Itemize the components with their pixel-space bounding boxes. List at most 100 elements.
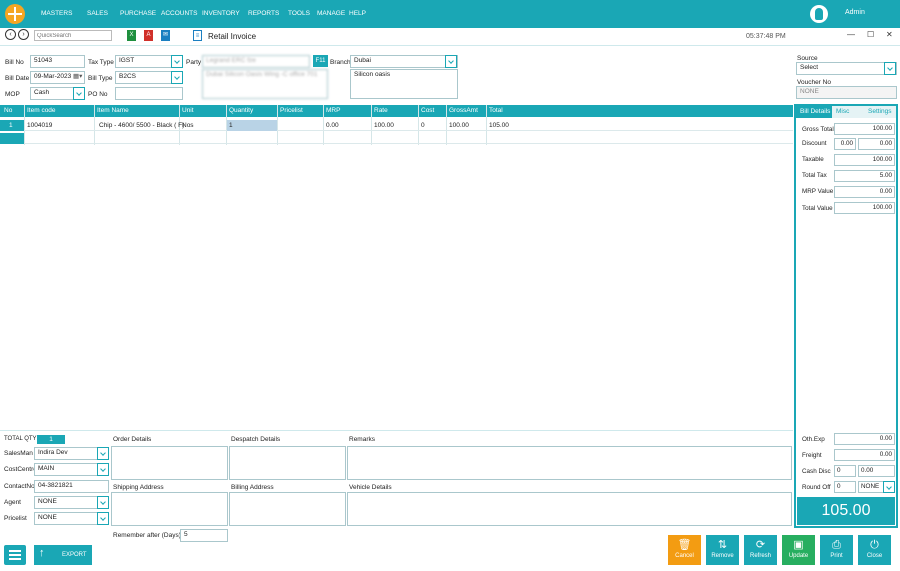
oth-exp-field[interactable]: 0.00 — [834, 433, 895, 445]
round-off-dropdown-icon[interactable] — [883, 481, 895, 493]
bill-no-field[interactable]: 51043 — [30, 55, 85, 68]
menu-accounts[interactable]: ACCOUNTS — [161, 10, 197, 17]
voucher-field[interactable]: NONE — [796, 86, 897, 99]
row-item-name[interactable]: Chip - 4600/ 5500 - Black ( F) — [99, 122, 184, 129]
salesman-dropdown-icon[interactable] — [97, 447, 109, 460]
tax-type-label: Tax Type — [88, 59, 114, 66]
remarks-field[interactable] — [347, 446, 792, 480]
row-rate[interactable]: 100.00 — [374, 122, 394, 129]
row-quantity[interactable]: 1 — [229, 122, 233, 129]
costcentre-dropdown-icon[interactable] — [97, 463, 109, 476]
contact-field[interactable]: 04-3821821 — [34, 480, 109, 493]
shipping-address-field[interactable] — [111, 492, 228, 526]
taxable-label: Taxable — [802, 156, 824, 163]
quick-search-input[interactable] — [34, 30, 112, 41]
discount-amount-field[interactable]: 0.00 — [858, 138, 895, 150]
menu-inventory[interactable]: INVENTORY — [202, 10, 240, 17]
maximize-icon[interactable]: ☐ — [867, 30, 874, 39]
billing-address-label: Billing Address — [231, 484, 274, 491]
menu-tools[interactable]: TOOLS — [288, 10, 310, 17]
cash-disc-amount-field[interactable]: 0.00 — [858, 465, 895, 477]
row-unit[interactable]: Nos — [182, 122, 194, 129]
source-dropdown-icon[interactable] — [884, 62, 896, 75]
menu-sales[interactable]: SALES — [87, 10, 108, 17]
po-no-label: PO No — [88, 91, 108, 98]
tab-settings[interactable]: Settings — [868, 108, 892, 115]
cancel-button[interactable]: 🗑 Cancel — [668, 535, 701, 565]
f11-button[interactable]: F11 — [313, 55, 328, 67]
calendar-icon[interactable]: ▦▾ — [73, 72, 82, 80]
update-button[interactable]: ▣ Update — [782, 535, 815, 565]
print-button[interactable]: ⎙ Print — [820, 535, 853, 565]
minimize-icon[interactable]: — — [847, 30, 855, 39]
menu-masters[interactable]: MASTERS — [41, 10, 72, 17]
app-logo-icon[interactable] — [5, 4, 25, 24]
remove-button[interactable]: ⇅ Remove — [706, 535, 739, 565]
page-title: Retail Invoice — [208, 32, 257, 41]
mrp-value: 0.00 — [834, 186, 895, 198]
source-select[interactable]: Select — [796, 62, 897, 75]
mop-dropdown-icon[interactable] — [73, 87, 85, 100]
freight-field[interactable]: 0.00 — [834, 449, 895, 461]
bill-type-label: Bill Type — [88, 75, 113, 82]
row-grossamt[interactable]: 100.00 — [449, 122, 469, 129]
branch-select[interactable]: Dubai — [350, 55, 458, 68]
pricelist-dropdown-icon[interactable] — [97, 512, 109, 525]
agent-dropdown-icon[interactable] — [97, 496, 109, 509]
refresh-button[interactable]: ⟳ Refresh — [744, 535, 777, 565]
costcentre-label: CostCentre — [4, 466, 37, 473]
despatch-details-field[interactable] — [229, 446, 346, 480]
refresh-icon: ⟳ — [755, 539, 766, 551]
row-total[interactable]: 105.00 — [489, 122, 509, 129]
discount-percent-field[interactable]: 0.00 — [834, 138, 856, 150]
menu-help[interactable]: HELP — [349, 10, 366, 17]
menu-manage[interactable]: MANAGE — [317, 10, 345, 17]
printer-icon: ⎙ — [832, 539, 841, 551]
billing-address-field[interactable] — [229, 492, 346, 526]
order-details-field[interactable] — [111, 446, 228, 480]
pdf-icon[interactable]: A — [144, 30, 153, 41]
table-row-empty[interactable] — [0, 132, 793, 144]
grand-total: 105.00 — [797, 497, 895, 525]
party-label: Party — [186, 59, 202, 66]
tab-misc[interactable]: Misc — [836, 108, 849, 115]
branch-dropdown-icon[interactable] — [445, 55, 457, 68]
oth-exp-label: Oth.Exp — [802, 436, 825, 443]
tax-type-dropdown-icon[interactable] — [171, 55, 183, 68]
row-mrp[interactable]: 0.00 — [326, 122, 339, 129]
remarks-label: Remarks — [349, 436, 376, 443]
menu-reports[interactable]: REPORTS — [248, 10, 279, 17]
source-label: Source — [797, 55, 818, 62]
round-off-label: Round Off — [802, 484, 831, 491]
tab-bill-details[interactable]: Bill Details — [800, 108, 830, 115]
party-address: Dubai Silicon Oasis Wing -C office 701 — [202, 69, 328, 99]
user-avatar-icon[interactable] — [810, 5, 828, 23]
close-button[interactable]: ⏻ Close — [858, 535, 891, 565]
col-item-name: Item Name — [97, 107, 129, 114]
back-arrow-icon[interactable]: ‹ — [5, 29, 16, 40]
row-cost[interactable]: 0 — [421, 122, 425, 129]
freight-label: Freight — [802, 452, 822, 459]
bill-type-dropdown-icon[interactable] — [171, 71, 183, 84]
party-field[interactable]: Legrand ERC fze — [202, 55, 310, 68]
excel-icon[interactable]: X — [127, 30, 136, 41]
cash-disc-percent-field[interactable]: 0 — [834, 465, 856, 477]
vehicle-details-field[interactable] — [347, 492, 792, 526]
export-button[interactable]: ↑ EXPORT — [34, 545, 92, 565]
user-name[interactable]: Admin — [845, 9, 865, 16]
round-off-field[interactable]: 0 — [834, 481, 856, 493]
menu-purchase[interactable]: PURCHASE — [120, 10, 156, 17]
mrp-value-label: MRP Value — [802, 188, 834, 195]
close-window-icon[interactable]: ✕ — [886, 30, 893, 39]
trash-icon: 🗑 — [677, 539, 692, 551]
email-icon[interactable]: ✉ — [161, 30, 170, 41]
branch-address: Silicon oasis — [350, 69, 458, 99]
remember-after-field[interactable]: 5 — [180, 529, 228, 542]
row-item-code[interactable]: 1004019 — [27, 122, 52, 129]
clock-time: 05:37:48 PM — [746, 33, 786, 40]
col-cost: Cost — [421, 107, 435, 114]
forward-arrow-icon[interactable]: › — [18, 29, 29, 40]
po-no-field[interactable] — [115, 87, 183, 100]
branch-label: Branch — [330, 59, 351, 66]
menu-hamburger-icon[interactable] — [4, 545, 26, 565]
